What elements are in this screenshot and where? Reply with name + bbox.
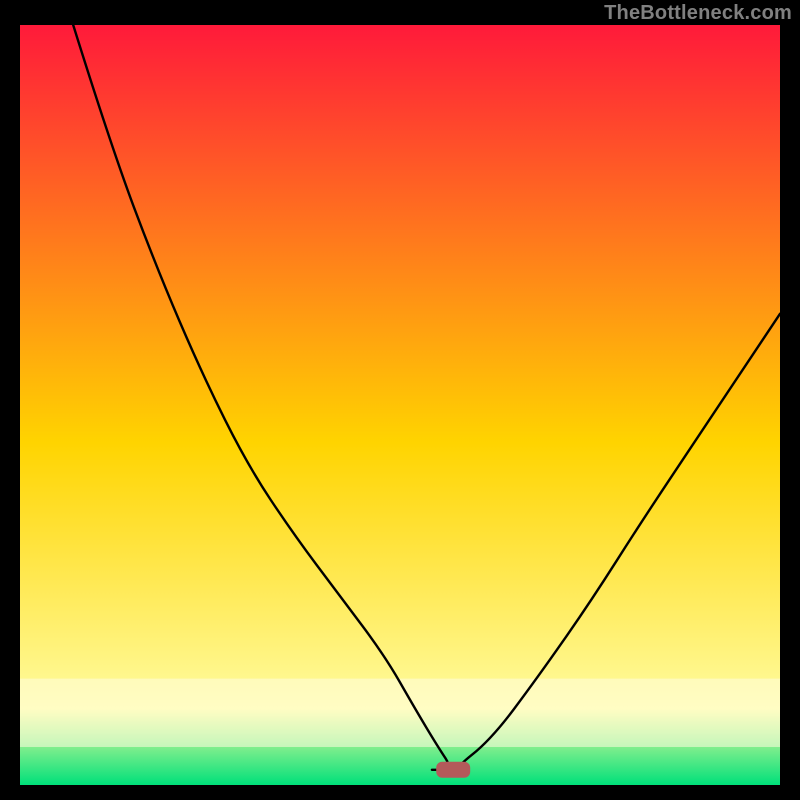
pale-band (20, 679, 780, 747)
chart-plot-area (20, 25, 780, 785)
chart-frame: TheBottleneck.com (0, 0, 800, 800)
watermark-text: TheBottleneck.com (604, 2, 792, 25)
chart-background (20, 25, 780, 785)
chart-svg (20, 25, 780, 785)
min-marker (436, 762, 470, 778)
